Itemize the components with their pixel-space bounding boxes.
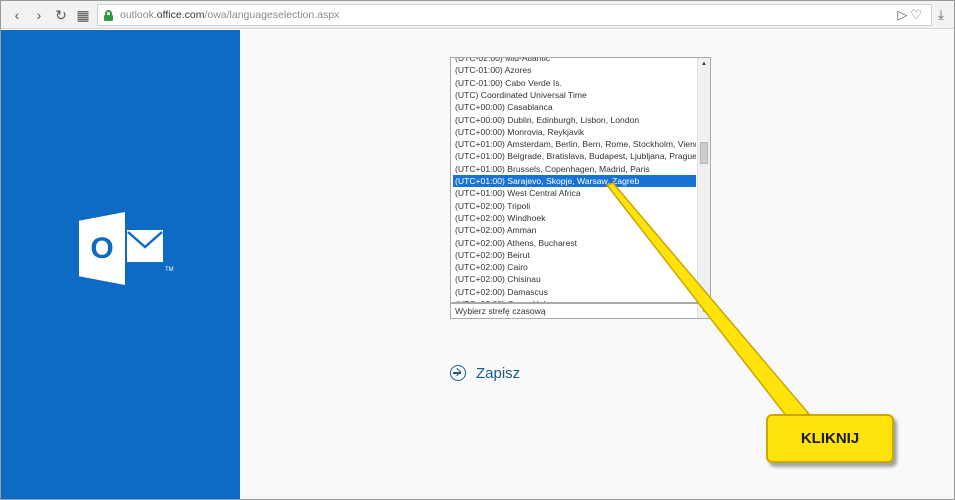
- timezone-option[interactable]: (UTC+01:00) Sarajevo, Skopje, Warsaw, Za…: [453, 175, 696, 188]
- scroll-up-icon[interactable]: ▲: [698, 58, 710, 70]
- timezone-option[interactable]: (UTC+01:00) West Central Africa: [453, 187, 696, 199]
- timezone-option[interactable]: (UTC+01:00) Brussels, Copenhagen, Madrid…: [453, 163, 696, 175]
- timezone-option[interactable]: (UTC+02:00) Damascus: [453, 286, 696, 298]
- timezone-option[interactable]: (UTC+02:00) Athens, Bucharest: [453, 237, 696, 249]
- envelope-flap-icon: [127, 231, 163, 249]
- forward-icon[interactable]: ›: [29, 5, 49, 25]
- timezone-option[interactable]: (UTC-01:00) Cabo Verde Is.: [453, 77, 696, 89]
- save-button[interactable]: Zapisz: [450, 363, 520, 383]
- timezone-option[interactable]: (UTC+00:00) Monrovia, Reykjavik: [453, 126, 696, 138]
- annotation-callout: KLIKNIJ: [766, 414, 894, 463]
- brand-panel: O TM: [1, 30, 240, 499]
- arrow-circle-icon: [450, 365, 466, 381]
- reload-icon[interactable]: ↻: [51, 5, 71, 25]
- scroll-thumb[interactable]: [700, 142, 708, 164]
- callout-label: KLIKNIJ: [800, 430, 860, 447]
- timezone-option[interactable]: (UTC-02:00) Mid-Atlantic: [453, 58, 696, 64]
- screenshot-frame: ‹ › ↻ ▦ outlook.office.com/owa/languages…: [0, 0, 955, 500]
- listbox-scrollbar[interactable]: ▲ ▼: [697, 58, 710, 302]
- send-and-favorite-icon[interactable]: ▷♡: [897, 7, 925, 23]
- timezone-option[interactable]: (UTC) Coordinated Universal Time: [453, 89, 696, 101]
- timezone-option[interactable]: (UTC+01:00) Amsterdam, Berlin, Bern, Rom…: [453, 138, 696, 150]
- outlook-logo: O TM: [79, 212, 179, 292]
- apps-grid-icon[interactable]: ▦: [73, 5, 93, 25]
- trademark-mark: TM: [165, 267, 174, 273]
- timezone-option[interactable]: (UTC+02:00) Chisinau: [453, 273, 696, 285]
- download-icon[interactable]: ⤓: [933, 5, 949, 25]
- scroll-down-icon[interactable]: ▼: [698, 290, 710, 302]
- address-bar[interactable]: outlook.office.com/owa/languageselection…: [97, 4, 932, 26]
- timezone-listbox[interactable]: (UTC-02:00) Mid-Atlantic (UTC-01:00) Azor…: [450, 57, 711, 303]
- timezone-option[interactable]: (UTC+02:00) Windhoek: [453, 212, 696, 224]
- timezone-option[interactable]: (UTC+00:00) Casablanca: [453, 101, 696, 113]
- logo-letter: O: [90, 232, 114, 265]
- timezone-option[interactable]: (UTC+02:00) Amman: [453, 224, 696, 236]
- timezone-select[interactable]: Wybierz strefę czasową ▼: [450, 303, 711, 319]
- timezone-option[interactable]: (UTC-01:00) Azores: [453, 64, 696, 76]
- timezone-option[interactable]: (UTC+00:00) Dublin, Edinburgh, Lisbon, L…: [453, 114, 696, 126]
- back-icon[interactable]: ‹: [7, 5, 27, 25]
- timezone-option[interactable]: (UTC+02:00) Tripoli: [453, 200, 696, 212]
- timezone-option[interactable]: (UTC+01:00) Belgrade, Bratislava, Budape…: [453, 150, 696, 162]
- timezone-option[interactable]: (UTC+02:00) Beirut: [453, 249, 696, 261]
- browser-toolbar: ‹ › ↻ ▦ outlook.office.com/owa/languages…: [1, 1, 954, 29]
- url-text: outlook.office.com/owa/languageselection…: [120, 9, 340, 21]
- chevron-down-icon[interactable]: ▼: [697, 304, 710, 318]
- timezone-select-value: Wybierz strefę czasową: [455, 306, 546, 316]
- timezone-option[interactable]: (UTC+02:00) Cairo: [453, 261, 696, 273]
- lock-icon: [104, 10, 113, 21]
- save-label: Zapisz: [476, 364, 521, 382]
